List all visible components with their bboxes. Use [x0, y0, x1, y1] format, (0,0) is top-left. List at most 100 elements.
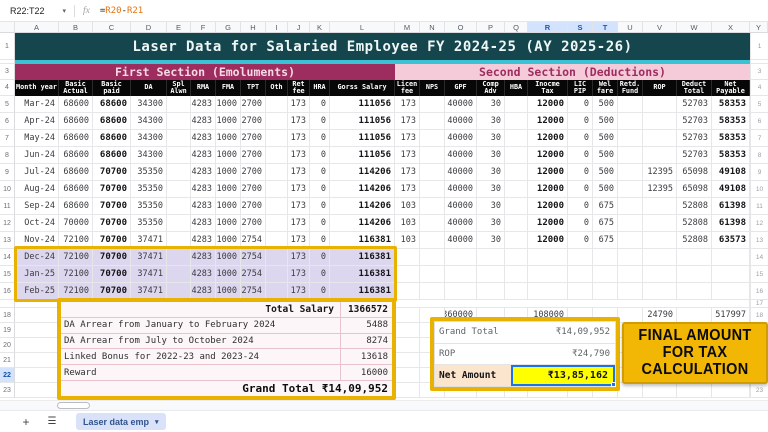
- grid-cell[interactable]: 1000: [216, 164, 241, 181]
- grid-cell[interactable]: [266, 215, 288, 232]
- column-label-hra[interactable]: HRA: [310, 80, 330, 96]
- grid-cell[interactable]: 2700: [241, 181, 266, 198]
- grid-cell[interactable]: [15, 353, 59, 368]
- grid-cell[interactable]: 30: [477, 96, 505, 113]
- grid-cell[interactable]: 35350: [131, 181, 167, 198]
- grid-cell[interactable]: Jul-24: [15, 164, 59, 181]
- row-header-9[interactable]: 9: [0, 164, 15, 181]
- grid-cell[interactable]: 4283: [191, 215, 216, 232]
- row-header-19[interactable]: 19: [0, 323, 15, 338]
- grid-cell[interactable]: 4283: [191, 113, 216, 130]
- row-number-right[interactable]: 16: [750, 283, 768, 300]
- grid-cell[interactable]: 40000: [445, 181, 477, 198]
- grid-cell[interactable]: [618, 96, 643, 113]
- row-number-right[interactable]: 5: [750, 96, 768, 113]
- grid-cell[interactable]: 173: [395, 113, 420, 130]
- grid-cell[interactable]: 173: [395, 147, 420, 164]
- grid-cell[interactable]: [395, 368, 420, 383]
- grid-cell[interactable]: May-24: [15, 130, 59, 147]
- grid-cell[interactable]: 173: [288, 232, 310, 249]
- grid-cell[interactable]: 70700: [93, 181, 131, 198]
- grid-cell[interactable]: 37471: [131, 266, 167, 283]
- grid-cell[interactable]: 103: [395, 215, 420, 232]
- grid-cell[interactable]: 68600: [93, 147, 131, 164]
- grid-cell[interactable]: [395, 308, 420, 323]
- grid-cell[interactable]: [643, 215, 677, 232]
- grid-cell[interactable]: [266, 96, 288, 113]
- grand-total-row[interactable]: Grand Total ₹14,09,952: [61, 381, 392, 396]
- row-header-14[interactable]: 14: [0, 249, 15, 266]
- column-header-L[interactable]: L: [330, 22, 395, 33]
- grid-cell[interactable]: [167, 147, 191, 164]
- grid-cell[interactable]: 111056: [330, 96, 395, 113]
- grid-cell[interactable]: 1000: [216, 147, 241, 164]
- row-header-4[interactable]: 4: [0, 80, 15, 96]
- row-number-right[interactable]: 10: [750, 181, 768, 198]
- grid-cell[interactable]: 30: [477, 130, 505, 147]
- row-header-23[interactable]: 23: [0, 383, 15, 398]
- grid-cell[interactable]: 114206: [330, 164, 395, 181]
- grid-cell[interactable]: 65098: [677, 181, 712, 198]
- row-header-7[interactable]: 7: [0, 130, 15, 147]
- grid-cell[interactable]: [15, 383, 59, 398]
- grid-cell[interactable]: [677, 283, 712, 300]
- column-label-month[interactable]: Month year: [15, 80, 59, 96]
- grid-cell[interactable]: 0: [568, 147, 593, 164]
- grid-cell[interactable]: 70700: [93, 266, 131, 283]
- grid-cell[interactable]: 52703: [677, 113, 712, 130]
- grid-cell[interactable]: 114206: [330, 215, 395, 232]
- grid-cell[interactable]: 30: [477, 164, 505, 181]
- grid-cell[interactable]: [677, 308, 712, 323]
- grid-cell[interactable]: 12000: [528, 130, 568, 147]
- grid-cell[interactable]: 34300: [131, 147, 167, 164]
- grid-cell[interactable]: [445, 266, 477, 283]
- total-salary-row[interactable]: Total Salary 1366572: [61, 302, 392, 318]
- grid-cell[interactable]: 0: [310, 266, 330, 283]
- grid-cell[interactable]: 111056: [330, 113, 395, 130]
- grid-cell[interactable]: 0: [568, 113, 593, 130]
- grid-cell[interactable]: 40000: [445, 198, 477, 215]
- row-number-right[interactable]: 4: [750, 80, 768, 96]
- grid-cell[interactable]: 0: [568, 232, 593, 249]
- grid-cell[interactable]: 12000: [528, 96, 568, 113]
- grid-cell[interactable]: 173: [288, 198, 310, 215]
- grid-cell[interactable]: Jan-25: [15, 266, 59, 283]
- column-header-I[interactable]: I: [266, 22, 288, 33]
- grid-cell[interactable]: 52703: [677, 130, 712, 147]
- grid-cell[interactable]: Dec-24: [15, 249, 59, 266]
- grid-cell[interactable]: [618, 130, 643, 147]
- column-header-E[interactable]: E: [167, 22, 191, 33]
- grid-cell[interactable]: [167, 232, 191, 249]
- grid-cell[interactable]: [477, 266, 505, 283]
- row-number-right[interactable]: 11: [750, 198, 768, 215]
- grid-cell[interactable]: [528, 266, 568, 283]
- grid-cell[interactable]: [643, 283, 677, 300]
- grid-cell[interactable]: 103: [395, 198, 420, 215]
- grid-cell[interactable]: 4283: [191, 130, 216, 147]
- grid-cell[interactable]: [420, 147, 445, 164]
- grid-cell[interactable]: [477, 249, 505, 266]
- grid-cell[interactable]: [643, 232, 677, 249]
- grid-cell[interactable]: [167, 215, 191, 232]
- column-header-O[interactable]: O: [445, 22, 477, 33]
- column-label-it[interactable]: Inocme Tax: [528, 80, 568, 96]
- grid-cell[interactable]: [618, 308, 643, 323]
- grid-cell[interactable]: 68600: [59, 130, 93, 147]
- grid-cell[interactable]: [568, 283, 593, 300]
- grid-cell[interactable]: 2700: [241, 113, 266, 130]
- grid-cell[interactable]: 34300: [131, 113, 167, 130]
- da-arrear-jul-oct-row[interactable]: DA Arrear from July to October 2024 8274: [61, 333, 392, 350]
- grid-cell[interactable]: 58353: [712, 130, 750, 147]
- grid-cell[interactable]: 65098: [677, 164, 712, 181]
- grid-cell[interactable]: 173: [395, 96, 420, 113]
- net-amount-row[interactable]: Net Amount ₹13,85,162: [435, 365, 616, 388]
- grid-cell[interactable]: 4283: [191, 164, 216, 181]
- grid-cell[interactable]: 2700: [241, 130, 266, 147]
- grid-cell[interactable]: 0: [568, 130, 593, 147]
- grid-cell[interactable]: 173: [288, 164, 310, 181]
- sheet-tab-laser-data-emp[interactable]: Laser data emp ▾: [76, 413, 166, 430]
- grid-cell[interactable]: [712, 249, 750, 266]
- grid-cell[interactable]: [395, 383, 420, 398]
- column-label-spl[interactable]: Spl Alwn: [167, 80, 191, 96]
- grid-cell[interactable]: 30: [477, 198, 505, 215]
